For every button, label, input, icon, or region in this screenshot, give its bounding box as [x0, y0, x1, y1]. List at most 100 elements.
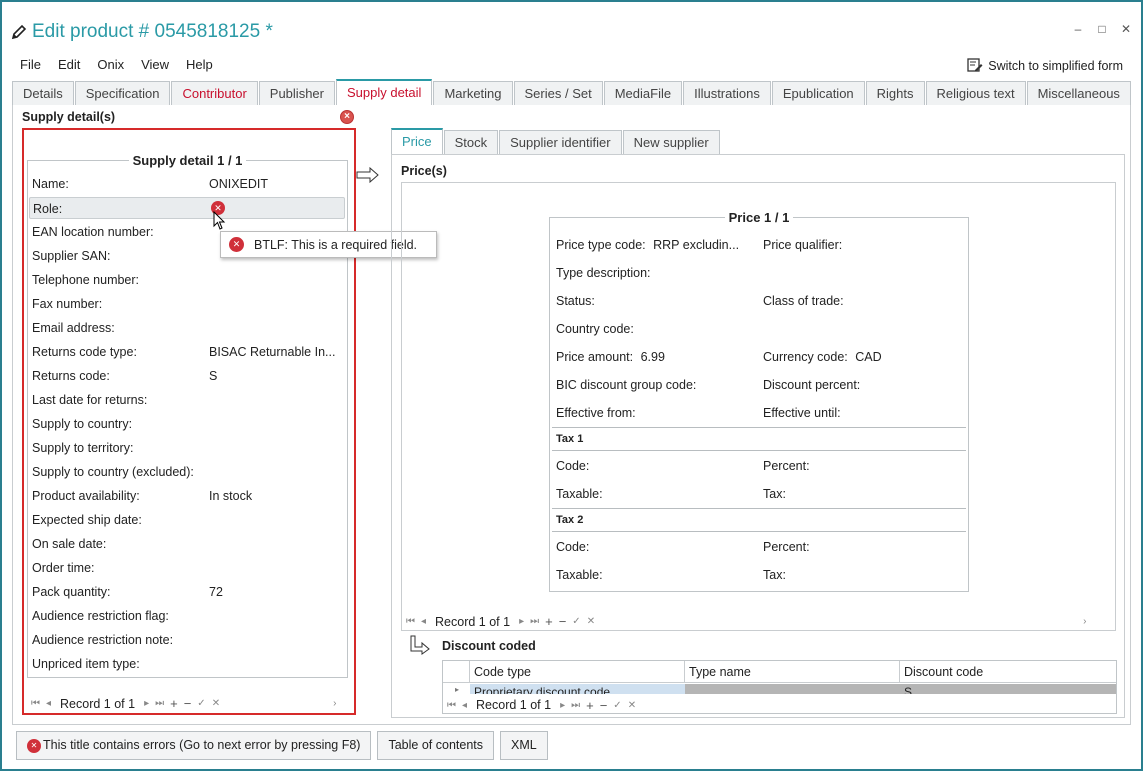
tab-rights[interactable]: Rights [865, 81, 925, 105]
menu-onix[interactable]: Onix [97, 57, 124, 72]
supply-field-row[interactable]: Unpriced item type: [32, 653, 345, 675]
subtab-price[interactable]: Price [391, 128, 443, 154]
supply-field-row[interactable]: Returns code type: BISAC Returnable In... [32, 341, 345, 363]
supply-field-row[interactable]: Audience restriction flag: [32, 605, 345, 627]
supply-field-row[interactable]: Fax number: [32, 293, 345, 315]
subtab-supplier-identifier[interactable]: Supplier identifier [499, 130, 622, 154]
supply-field-row[interactable]: Email address: [32, 317, 345, 339]
row-code-type-cell[interactable]: Proprietary discount code [470, 684, 685, 694]
supply-field-row[interactable]: On sale date: [32, 533, 345, 555]
supply-field-row[interactable]: Order time: [32, 557, 345, 579]
first-record-icon[interactable]: ⏮ [406, 616, 415, 627]
confirm-icon[interactable]: ✓ [197, 698, 205, 709]
last-record-icon[interactable]: ⏭ [530, 616, 539, 627]
add-record-icon[interactable]: + [170, 696, 178, 711]
effective-from-field[interactable]: Effective from: [556, 406, 636, 420]
tab-mediafile[interactable]: MediaFile [603, 81, 683, 105]
switch-simplified-button[interactable]: Switch to simplified form [967, 58, 1123, 73]
tab-publisher[interactable]: Publisher [258, 81, 335, 105]
row-discount-code-cell[interactable]: S [900, 684, 1116, 694]
price-qualifier-field[interactable]: Price qualifier: [763, 238, 842, 252]
tab-marketing[interactable]: Marketing [433, 81, 513, 105]
scroll-right-icon[interactable]: › [1083, 616, 1086, 627]
supply-field-row[interactable]: Expected ship date: [32, 509, 345, 531]
minimize-icon[interactable]: – [1073, 22, 1083, 36]
tab-supply-detail[interactable]: Supply detail [335, 79, 433, 105]
supply-field-row[interactable]: Last date for returns: [32, 389, 345, 411]
supply-field-row[interactable]: Returns code: S [32, 365, 345, 387]
remove-record-icon[interactable]: − [184, 696, 192, 711]
tab-specification[interactable]: Specification [74, 81, 171, 105]
tax1-taxable-field[interactable]: Taxable: [556, 487, 603, 501]
tab-miscellaneous[interactable]: Miscellaneous [1026, 81, 1131, 105]
bic-discount-field[interactable]: BIC discount group code: [556, 378, 696, 392]
supply-field-row[interactable]: Audience restriction note: [32, 629, 345, 651]
tax1-percent-field[interactable]: Percent: [763, 459, 810, 473]
tab-epublication[interactable]: Epublication [771, 81, 865, 105]
tab-religious-text[interactable]: Religious text [925, 81, 1026, 105]
first-record-icon[interactable]: ⏮ [31, 698, 40, 709]
row-type-name-cell[interactable] [685, 684, 900, 694]
prev-record-icon[interactable]: ◂ [462, 700, 467, 711]
col-discount-code[interactable]: Discount code [900, 661, 1116, 683]
prev-record-icon[interactable]: ◂ [421, 616, 426, 627]
supply-field-row[interactable]: Product availability: In stock [32, 485, 345, 507]
price-type-field[interactable]: Price type code: RRP excludin... [556, 238, 739, 252]
country-code-field[interactable]: Country code: [556, 322, 634, 336]
scroll-right-icon[interactable]: › [333, 698, 336, 709]
tax2-code-field[interactable]: Code: [556, 540, 589, 554]
menu-view[interactable]: View [141, 57, 169, 72]
tab-details[interactable]: Details [12, 81, 74, 105]
last-record-icon[interactable]: ⏭ [155, 698, 164, 709]
prev-record-icon[interactable]: ◂ [46, 698, 51, 709]
supply-field-row[interactable]: Supply to country (excluded): [32, 461, 345, 483]
tab-illustrations[interactable]: Illustrations [683, 81, 771, 105]
add-record-icon[interactable]: + [586, 698, 594, 713]
tax2-tax-field[interactable]: Tax: [763, 568, 786, 582]
tax2-percent-field[interactable]: Percent: [763, 540, 810, 554]
discount-percent-field[interactable]: Discount percent: [763, 378, 860, 392]
tax1-code-field[interactable]: Code: [556, 459, 589, 473]
cancel-icon[interactable]: ✕ [587, 616, 595, 627]
next-record-icon[interactable]: ▸ [144, 698, 149, 709]
confirm-icon[interactable]: ✓ [572, 616, 580, 627]
menu-help[interactable]: Help [186, 57, 213, 72]
close-icon[interactable]: ✕ [1121, 22, 1131, 36]
tab-contributor[interactable]: Contributor [171, 81, 258, 105]
subtab-stock[interactable]: Stock [443, 130, 499, 154]
remove-record-icon[interactable]: − [600, 698, 608, 713]
xml-button[interactable]: XML [500, 731, 548, 760]
supply-field-row[interactable]: Role: ✕ [29, 197, 345, 219]
confirm-icon[interactable]: ✓ [613, 700, 621, 711]
cancel-icon[interactable]: ✕ [628, 700, 636, 711]
remove-record-icon[interactable]: − [559, 614, 567, 629]
remove-supply-icon[interactable]: × [340, 110, 354, 124]
next-record-icon[interactable]: ▸ [560, 700, 565, 711]
table-of-contents-button[interactable]: Table of contents [377, 731, 494, 760]
add-record-icon[interactable]: + [545, 614, 553, 629]
menu-file[interactable]: File [20, 57, 41, 72]
menu-edit[interactable]: Edit [58, 57, 80, 72]
status-field[interactable]: Status: [556, 294, 595, 308]
effective-until-field[interactable]: Effective until: [763, 406, 841, 420]
col-type-name[interactable]: Type name [685, 661, 900, 683]
supply-field-row[interactable]: Supply to country: [32, 413, 345, 435]
last-record-icon[interactable]: ⏭ [571, 700, 580, 711]
class-of-trade-field[interactable]: Class of trade: [763, 294, 844, 308]
price-amount-field[interactable]: Price amount: 6.99 [556, 350, 665, 364]
supply-field-row[interactable]: Name: ONIXEDIT [32, 173, 345, 195]
maximize-icon[interactable]: □ [1097, 22, 1107, 36]
subtab-new-supplier[interactable]: New supplier [622, 130, 720, 154]
tab-series-set[interactable]: Series / Set [513, 81, 603, 105]
next-error-button[interactable]: ✕ This title contains errors (Go to next… [16, 731, 372, 760]
first-record-icon[interactable]: ⏮ [447, 700, 456, 711]
currency-code-field[interactable]: Currency code: CAD [763, 350, 882, 364]
supply-field-row[interactable]: Pack quantity: 72 [32, 581, 345, 603]
type-description-field[interactable]: Type description: [556, 266, 651, 280]
cancel-icon[interactable]: ✕ [212, 698, 220, 709]
col-code-type[interactable]: Code type [470, 661, 685, 683]
next-record-icon[interactable]: ▸ [519, 616, 524, 627]
supply-field-row[interactable]: Telephone number: [32, 269, 345, 291]
tax1-tax-field[interactable]: Tax: [763, 487, 786, 501]
tax2-taxable-field[interactable]: Taxable: [556, 568, 603, 582]
